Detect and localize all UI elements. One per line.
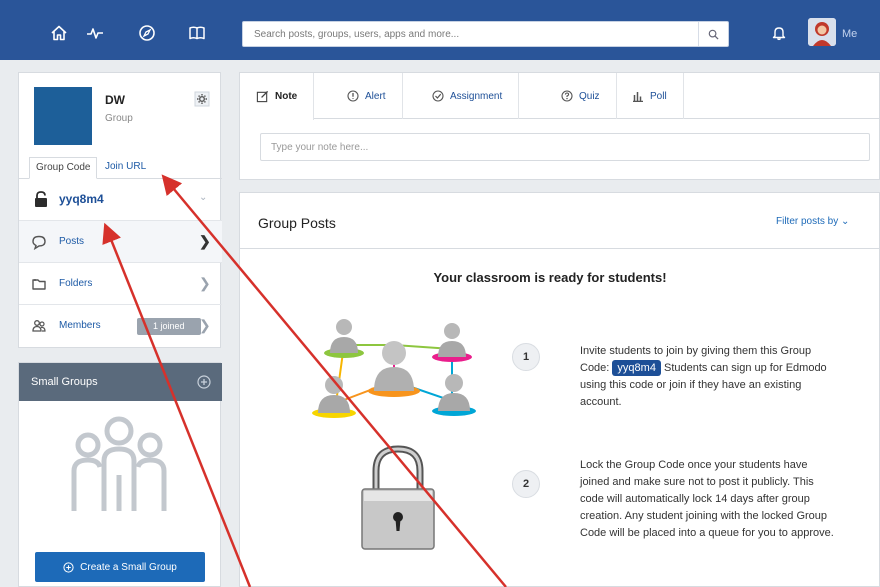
tab-label: Quiz bbox=[579, 90, 600, 102]
tab-poll[interactable]: Poll bbox=[616, 73, 684, 119]
note-input[interactable] bbox=[261, 134, 869, 160]
add-circle-icon[interactable] bbox=[197, 375, 211, 389]
group-code[interactable]: yyq8m4 bbox=[59, 192, 104, 206]
note-input-wrapper bbox=[260, 133, 870, 161]
chevron-down-icon: ⌄ bbox=[841, 216, 850, 227]
classroom-ready-title: Your classroom is ready for students! bbox=[433, 270, 667, 285]
alert-icon bbox=[347, 90, 359, 102]
tab-join-url[interactable]: Join URL bbox=[99, 157, 152, 179]
activity-icon[interactable] bbox=[84, 22, 106, 44]
home-icon[interactable] bbox=[48, 22, 70, 44]
tab-label: Poll bbox=[650, 90, 667, 102]
post-composer: Note Alert Assignment Quiz Poll bbox=[239, 72, 880, 180]
chevron-right-icon: ❯ bbox=[199, 317, 211, 333]
add-circle-icon bbox=[63, 561, 74, 573]
search-icon bbox=[708, 29, 719, 40]
profile-menu-label[interactable]: Me bbox=[842, 28, 857, 40]
members-count-badge: 1 joined bbox=[137, 318, 201, 335]
question-circle-icon bbox=[561, 90, 573, 102]
create-small-group-label: Create a Small Group bbox=[80, 561, 177, 573]
filter-posts-label: Filter posts by bbox=[776, 216, 839, 227]
search-bar bbox=[242, 21, 729, 47]
group-name[interactable]: DW bbox=[105, 93, 125, 107]
chevron-right-icon: ❯ bbox=[199, 275, 211, 291]
tab-label: Alert bbox=[365, 90, 386, 102]
group-code-row[interactable]: yyq8m4 ⌄ bbox=[19, 179, 222, 221]
group-posts-panel: Group Posts Filter posts by ⌄ Your class… bbox=[239, 192, 880, 587]
group-posts-header: Group Posts Filter posts by ⌄ bbox=[240, 193, 880, 249]
students-network-illustration bbox=[312, 319, 476, 418]
sidebar-item-folders[interactable]: Folders ❯ bbox=[19, 263, 222, 305]
step-lock-text: Lock the Group Code once your students h… bbox=[580, 459, 834, 539]
members-icon bbox=[32, 320, 46, 332]
compass-icon[interactable] bbox=[136, 22, 158, 44]
book-icon[interactable] bbox=[186, 22, 208, 44]
gear-icon[interactable] bbox=[191, 90, 213, 108]
group-code-tabs: Group Code Join URL bbox=[19, 151, 222, 179]
tab-label: Note bbox=[275, 91, 298, 102]
small-groups-illustration bbox=[71, 416, 167, 511]
tab-assignment[interactable]: Assignment bbox=[416, 73, 520, 119]
small-groups-card: Small Groups Create a Small Group bbox=[18, 362, 222, 587]
group-code-pill: yyq8m4 bbox=[612, 360, 661, 376]
chevron-down-icon[interactable]: ⌄ bbox=[199, 192, 207, 203]
sidebar-item-label: Posts bbox=[59, 236, 85, 247]
padlock-illustration bbox=[361, 445, 435, 550]
tab-quiz[interactable]: Quiz bbox=[545, 73, 617, 119]
sidebar-item-label: Members bbox=[59, 320, 101, 331]
poll-bars-icon bbox=[633, 92, 643, 102]
profile-avatar[interactable] bbox=[808, 18, 836, 46]
create-small-group-button[interactable]: Create a Small Group bbox=[35, 552, 205, 582]
group-avatar[interactable] bbox=[34, 87, 92, 145]
small-groups-title: Small Groups bbox=[31, 376, 98, 388]
tab-group-code[interactable]: Group Code bbox=[29, 157, 98, 179]
search-button[interactable] bbox=[698, 22, 728, 46]
bell-icon[interactable] bbox=[768, 22, 790, 44]
folder-icon bbox=[32, 279, 46, 290]
group-info-card: DW Group Group Code Join URL yyq8m4 ⌄ Po… bbox=[18, 72, 222, 348]
filter-posts-dropdown[interactable]: Filter posts by ⌄ bbox=[776, 216, 849, 227]
top-navigation-bar: Me bbox=[0, 0, 880, 60]
composer-tabs: Note Alert Assignment Quiz Poll bbox=[240, 73, 880, 120]
edit-note-icon bbox=[256, 90, 269, 103]
search-input[interactable] bbox=[243, 22, 693, 46]
check-circle-icon bbox=[432, 90, 444, 102]
chevron-right-icon: ❯ bbox=[199, 233, 211, 249]
group-type-label: Group bbox=[105, 113, 133, 124]
tab-note[interactable]: Note bbox=[240, 73, 315, 120]
lock-icon bbox=[35, 191, 47, 207]
sidebar-item-members[interactable]: Members 1 joined ❯ bbox=[19, 305, 222, 347]
sidebar-item-label: Folders bbox=[59, 278, 93, 289]
student-node bbox=[324, 319, 364, 358]
step-number: 1 bbox=[512, 343, 540, 371]
small-groups-header: Small Groups bbox=[19, 363, 222, 401]
tab-label: Assignment bbox=[450, 90, 503, 102]
tab-alert[interactable]: Alert bbox=[331, 73, 403, 119]
speech-bubble-icon bbox=[32, 235, 46, 250]
group-posts-title: Group Posts bbox=[258, 215, 336, 231]
step-invite-text: Invite students to join by giving them t… bbox=[580, 343, 838, 411]
step-number: 2 bbox=[512, 470, 540, 498]
sidebar-item-posts[interactable]: Posts ❯ bbox=[19, 221, 222, 263]
